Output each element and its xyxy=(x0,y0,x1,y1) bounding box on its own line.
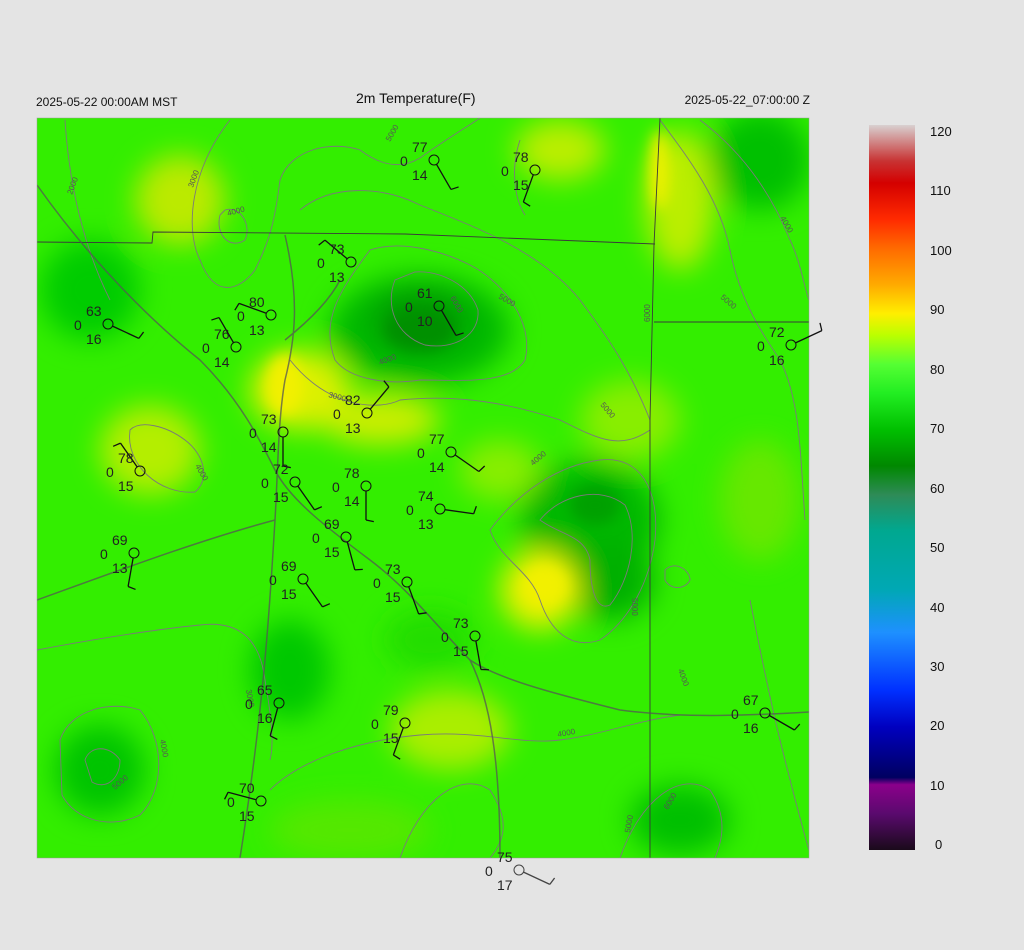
station-temperature: 69 xyxy=(324,516,340,532)
station-wind-value: 14 xyxy=(344,493,360,509)
contour-label: 6000 xyxy=(643,304,652,322)
station-dewpoint: 0 xyxy=(400,153,408,169)
temperature-field xyxy=(37,118,809,858)
wind-barb xyxy=(523,871,551,885)
colorbar-label: 40 xyxy=(930,600,945,615)
station-dewpoint: 0 xyxy=(406,502,414,518)
colorbar-label: 110 xyxy=(930,183,951,198)
station-wind-value: 13 xyxy=(418,516,434,532)
station-temperature: 73 xyxy=(329,241,345,257)
station-temperature: 77 xyxy=(429,431,445,447)
station-dewpoint: 0 xyxy=(441,629,449,645)
station-temperature: 73 xyxy=(385,561,401,577)
station-temperature: 69 xyxy=(281,558,297,574)
station-wind-value: 14 xyxy=(429,459,445,475)
station-wind-value: 16 xyxy=(257,710,273,726)
station-dewpoint: 0 xyxy=(249,425,257,441)
wind-barb-feather xyxy=(819,322,823,331)
station-wind-value: 15 xyxy=(385,589,401,605)
station-temperature: 61 xyxy=(417,285,433,301)
colorbar-label: 10 xyxy=(930,778,945,793)
station-temperature: 63 xyxy=(86,303,102,319)
station-temperature: 75 xyxy=(497,849,513,865)
colorbar-label: 50 xyxy=(930,540,945,555)
station-dewpoint: 0 xyxy=(332,479,340,495)
station-dewpoint: 0 xyxy=(227,794,235,810)
station-wind-value: 14 xyxy=(412,167,428,183)
station-dewpoint: 0 xyxy=(202,340,210,356)
colorbar-label: 90 xyxy=(930,302,945,317)
station-dewpoint: 0 xyxy=(373,575,381,591)
station-dewpoint: 0 xyxy=(261,475,269,491)
station-dewpoint: 0 xyxy=(106,464,114,480)
station-temperature: 76 xyxy=(214,326,230,342)
station-dewpoint: 0 xyxy=(317,255,325,271)
station-wind-value: 13 xyxy=(345,420,361,436)
station-dewpoint: 0 xyxy=(74,317,82,333)
station-wind-value: 15 xyxy=(118,478,134,494)
colorbar-label: 100 xyxy=(930,243,952,258)
station-wind-value: 13 xyxy=(112,560,128,576)
station-dewpoint: 0 xyxy=(333,406,341,422)
station-dewpoint: 0 xyxy=(312,530,320,546)
station-dewpoint: 0 xyxy=(405,299,413,315)
station-wind-value: 15 xyxy=(383,730,399,746)
station-dewpoint: 0 xyxy=(757,338,765,354)
station-wind-value: 10 xyxy=(417,313,433,329)
contour-label: 5000 xyxy=(630,598,639,616)
station-dewpoint: 0 xyxy=(417,445,425,461)
station-temperature: 65 xyxy=(257,682,273,698)
station-dewpoint: 0 xyxy=(100,546,108,562)
station-temperature: 78 xyxy=(513,149,529,165)
station-temperature: 78 xyxy=(344,465,360,481)
station-temperature: 77 xyxy=(412,139,428,155)
station-wind-value: 17 xyxy=(497,877,513,893)
station-wind-value: 13 xyxy=(329,269,345,285)
colorbar-label: 60 xyxy=(930,481,945,496)
station-wind-value: 15 xyxy=(273,489,289,505)
map-figure: 2000 300040005000600030004000500040005000… xyxy=(36,117,915,893)
station-dewpoint: 0 xyxy=(269,572,277,588)
colorbar-label: 80 xyxy=(930,362,945,377)
station-temperature: 80 xyxy=(249,294,265,310)
station-temperature: 73 xyxy=(261,411,277,427)
station-temperature: 74 xyxy=(418,488,434,504)
station-wind-value: 14 xyxy=(214,354,230,370)
station-temperature: 78 xyxy=(118,450,134,466)
station-dewpoint: 0 xyxy=(485,863,493,879)
station-wind-value: 16 xyxy=(743,720,759,736)
colorbar-label: 120 xyxy=(930,124,952,139)
station-dewpoint: 0 xyxy=(237,308,245,324)
station-wind-value: 15 xyxy=(324,544,340,560)
station-wind-value: 13 xyxy=(249,322,265,338)
station-temperature: 70 xyxy=(239,780,255,796)
colorbar-ramp xyxy=(869,125,915,850)
station-marker xyxy=(513,864,525,876)
station-dewpoint: 0 xyxy=(371,716,379,732)
colorbar-label: 20 xyxy=(930,718,945,733)
station-dewpoint: 0 xyxy=(245,696,253,712)
station-wind-value: 16 xyxy=(769,352,785,368)
station-temperature: 73 xyxy=(453,615,469,631)
station-temperature: 72 xyxy=(273,461,289,477)
colorbar-label: 70 xyxy=(930,421,945,436)
station-temperature: 67 xyxy=(743,692,759,708)
station-wind-value: 15 xyxy=(281,586,297,602)
station-dewpoint: 0 xyxy=(731,706,739,722)
station-dewpoint: 0 xyxy=(501,163,509,179)
station-wind-value: 15 xyxy=(239,808,255,824)
colorbar-label: 0 xyxy=(935,837,943,852)
station-wind-value: 14 xyxy=(261,439,277,455)
colorbar-label: 30 xyxy=(930,659,945,674)
wind-barb-feather xyxy=(549,877,556,885)
station-temperature: 69 xyxy=(112,532,128,548)
station-temperature: 82 xyxy=(345,392,361,408)
station-temperature: 72 xyxy=(769,324,785,340)
station-temperature: 79 xyxy=(383,702,399,718)
temperature-colorbar xyxy=(869,125,915,850)
station-wind-value: 15 xyxy=(513,177,529,193)
station-wind-value: 15 xyxy=(453,643,469,659)
station-wind-value: 16 xyxy=(86,331,102,347)
